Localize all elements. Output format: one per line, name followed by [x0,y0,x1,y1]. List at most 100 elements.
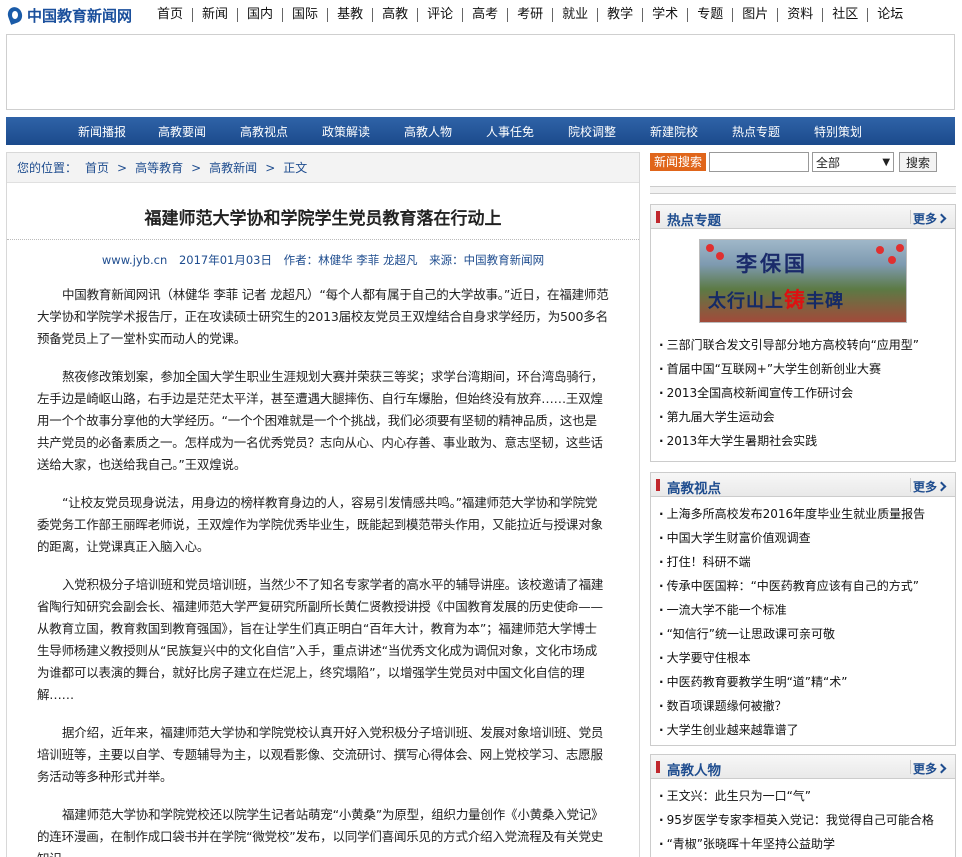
people-more-link[interactable]: 更多 [913,760,945,777]
list-item[interactable]: “青椒”张晓晖十年坚持公益助学 [659,832,955,856]
topnav-item[interactable]: 考研 [507,8,552,22]
hot-topics-title: 热点专题 [667,213,721,229]
list-item[interactable]: 大学生创业越来越靠谱了 [659,718,955,742]
list-item[interactable]: 一流大学不能一个标准 [659,598,955,622]
breadcrumb: 您的位置： 首页 > 高等教育 > 高教新闻 > 正文 [7,153,639,183]
top-bar: 中国教育新闻网 首页 新闻 国内 国际 基教 高教 评论 高考 考研 就业 教学 学术 专题 图片 资料 社区… [0,0,962,32]
topnav-item[interactable]: 高教 [372,8,417,22]
channel-nav: 新闻播报 高教要闻 高教视点 政策解读 高教人物 人事任免 院校调整 新建院校 热点专题 特别策划 [6,117,955,145]
list-item[interactable]: 数百项课题缘何被撤？ [659,694,955,718]
viewpoints-more-link[interactable]: 更多 [913,478,945,495]
people-title: 高教人物 [667,763,721,779]
topic-banner-image[interactable]: 李保国 太行山上铸丰碑 [699,239,907,323]
article-paragraph: 福建师范大学协和学院党校还以院学生记者站萌宠“小黄桑”为原型，组织力量创作《小黄… [37,807,604,857]
topnav-item[interactable]: 基教 [327,8,372,22]
breadcrumb-item[interactable]: 首页 [85,159,109,176]
list-item[interactable]: 三部门联合发文引导部分地方高校转向“应用型” [659,333,955,357]
topnav-item[interactable]: 教学 [597,8,642,22]
article-paragraph: 熬夜修改策划案，参加全国大学生职业生涯规划大赛并荣获三等奖；求学台湾期间，环台湾… [37,369,604,472]
breadcrumb-item[interactable]: 高等教育 [135,159,183,176]
viewpoints-box: 高教视点 更多 上海多所高校发布2016年度毕业生就业质量报告中国大学生财富价值… [650,472,956,746]
logo-icon [6,6,24,24]
viewpoints-list: 上海多所高校发布2016年度毕业生就业质量报告中国大学生财富价值观调查打住！科研… [651,497,955,742]
search-button[interactable]: 搜索 [899,152,938,172]
search-scope-select[interactable]: 全部 ▼ [812,152,895,172]
breadcrumb-prefix: 您的位置： [17,161,78,175]
article-title: 福建师范大学协和学院学生党员教育落在行动上 [144,209,502,229]
topnav-item[interactable]: 评论 [417,8,462,22]
top-nav: 首页 新闻 国内 国际 基教 高教 评论 高考 考研 就业 教学 学术 专题 图片 资料 社区 论坛 [148,8,912,22]
title-divider [7,239,639,240]
topic-image-slogan-part2: 铸 [784,287,806,312]
channel-nav-item[interactable]: 特别策划 [814,123,896,140]
breadcrumb-separator: > [117,160,128,175]
news-search: 新闻搜索 全部 ▼ 搜索 [650,150,956,174]
topnav-item[interactable]: 专题 [687,8,732,22]
topnav-item[interactable]: 国际 [282,8,327,22]
article-paragraph: 入党积极分子培训班和党员培训班，当然少不了知名专家学者的高水平的辅导讲座。该校邀… [37,577,604,702]
list-item[interactable]: 大学要守住根本 [659,646,955,670]
channel-nav-item[interactable]: 政策解读 [322,123,404,140]
channel-nav-item[interactable]: 高教人物 [404,123,486,140]
article-date: 2017年01月03日 [178,253,272,267]
channel-nav-item[interactable]: 新建院校 [650,123,732,140]
search-input[interactable] [709,152,810,172]
article-body: 中国教育新闻网讯（林健华 李菲 记者 龙超凡）“每个人都有属于自己的大学故事。”… [7,284,639,857]
breadcrumb-item[interactable]: 高教新闻 [209,159,257,176]
breadcrumb-separator: > [265,160,276,175]
topnav-item[interactable]: 国内 [237,8,282,22]
list-item[interactable]: 第九届大学生运动会 [659,405,955,429]
people-box: 高教人物 更多 王文兴：此生只为一口“气”95岁医学专家李桓英入党记：我觉得自己… [650,754,956,857]
topnav-item[interactable]: 论坛 [867,8,912,22]
hot-topics-more-link[interactable]: 更多 [913,210,945,227]
right-divider [650,186,956,194]
article-author: 作者：林健华 李菲 龙超凡 [283,253,418,267]
article-meta: www.jyb.cn 2017年01月03日 作者：林健华 李菲 龙超凡 来源：… [7,252,639,268]
topic-image-name: 李保国 [736,251,808,276]
list-item[interactable]: 传承中医国粹：“中医药教育应该有自己的方式” [659,574,955,598]
hot-topics-box: 热点专题 更多 李保国 太行山上铸丰碑 三部门联合发文引导部分地方高校转向“应用… [650,204,956,462]
topnav-item[interactable]: 高考 [462,8,507,22]
channel-nav-item[interactable]: 高教要闻 [158,123,240,140]
list-item[interactable]: 2013年大学生暑期社会实践 [659,429,955,453]
search-scope-value: 全部 [816,155,841,170]
site-logo[interactable]: 中国教育新闻网 [6,4,132,26]
topic-image-slogan-part1: 太行山上 [708,291,784,312]
list-item[interactable]: 上海多所高校发布2016年度毕业生就业质量报告 [659,502,955,526]
topnav-item[interactable]: 就业 [552,8,597,22]
list-item[interactable]: 2013全国高校新闻宣传工作研讨会 [659,381,955,405]
list-item[interactable]: 首届中国“互联网+”大学生创新创业大赛 [659,357,955,381]
banner-ad [6,34,955,110]
list-item[interactable]: 中医药教育要教学生明“道”精“术” [659,670,955,694]
topic-image-slogan: 太行山上铸丰碑 [708,284,844,314]
people-list: 王文兴：此生只为一口“气”95岁医学专家李桓英入党记：我觉得自己可能合格“青椒”… [651,779,955,856]
viewpoints-header: 高教视点 更多 [651,473,955,497]
article-paragraph: 中国教育新闻网讯（林健华 李菲 记者 龙超凡）“每个人都有属于自己的大学故事。”… [37,287,609,346]
channel-nav-item[interactable]: 人事任免 [486,123,568,140]
article-source: 来源：中国教育新闻网 [429,253,545,267]
article-panel: 您的位置： 首页 > 高等教育 > 高教新闻 > 正文 福建师范大学协和学院学生党员教育落在… [6,152,640,857]
article-site[interactable]: www.jyb.cn [102,253,167,267]
topnav-item[interactable]: 社区 [822,8,867,22]
viewpoints-title: 高教视点 [667,481,721,497]
list-item[interactable]: “知信行”统一让思政课可亲可敬 [659,622,955,646]
topnav-item[interactable]: 学术 [642,8,687,22]
logo-text: 中国教育新闻网 [27,6,133,25]
channel-nav-item[interactable]: 热点专题 [732,123,814,140]
list-item[interactable]: 95岁医学专家李桓英入党记：我觉得自己可能合格 [659,808,955,832]
channel-nav-item[interactable]: 院校调整 [568,123,650,140]
dropdown-arrow-icon: ▼ [882,156,891,168]
topic-image-slogan-part3: 丰碑 [806,291,844,312]
hot-topics-header: 热点专题 更多 [651,205,955,229]
people-header: 高教人物 更多 [651,755,955,779]
topnav-item[interactable]: 新闻 [192,8,237,22]
list-item[interactable]: 王文兴：此生只为一口“气” [659,784,955,808]
breadcrumb-separator: > [191,160,202,175]
topnav-item[interactable]: 图片 [732,8,777,22]
channel-nav-item[interactable]: 高教视点 [240,123,322,140]
list-item[interactable]: 中国大学生财富价值观调查 [659,526,955,550]
topnav-item[interactable]: 资料 [777,8,822,22]
channel-nav-item[interactable]: 新闻播报 [78,123,158,140]
list-item[interactable]: 打住！科研不端 [659,550,955,574]
topnav-item[interactable]: 首页 [148,8,192,22]
